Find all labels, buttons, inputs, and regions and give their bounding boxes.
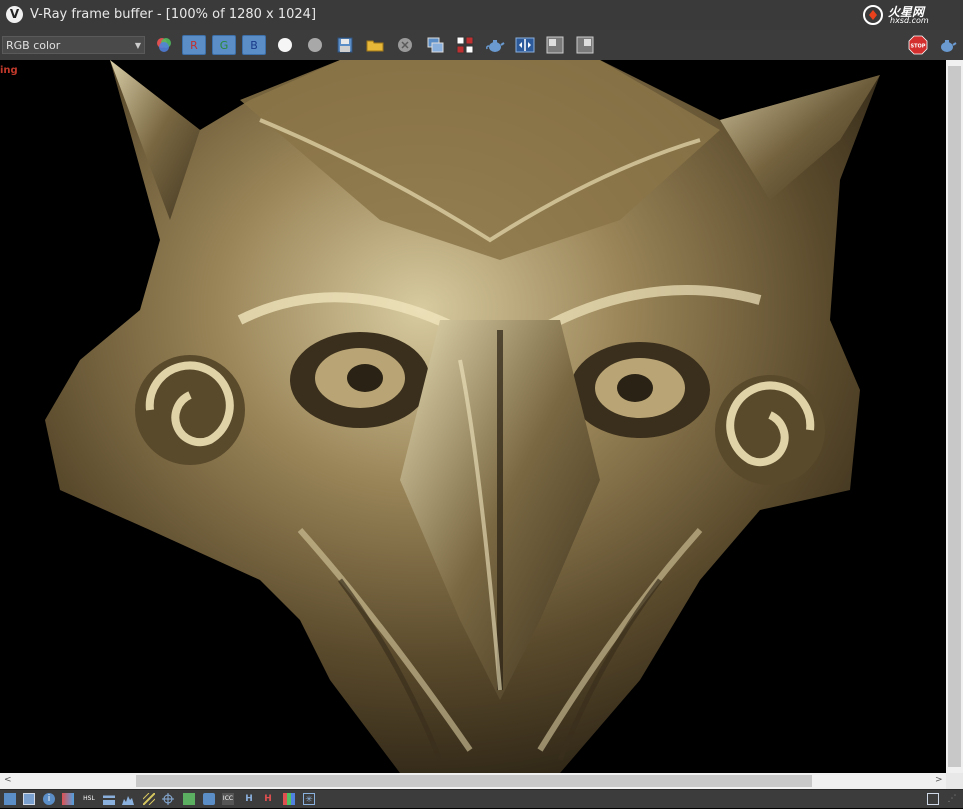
scroll-right-icon[interactable]: > <box>935 775 943 785</box>
icc-icon[interactable]: ICC <box>222 793 234 805</box>
render-teapot-icon <box>941 40 957 52</box>
color-channels-icon <box>157 38 171 52</box>
info-icon[interactable]: i <box>43 793 55 805</box>
resize-grip-icon[interactable]: ⋰ <box>946 793 958 805</box>
panel-toggle-icon[interactable] <box>927 793 939 805</box>
horizontal-scrollbar[interactable]: < > <box>0 773 946 789</box>
compare-icon[interactable]: H <box>262 793 274 805</box>
blue-channel-label: B <box>250 38 258 52</box>
histogram-icon[interactable] <box>122 793 134 805</box>
load-image-button[interactable] <box>363 35 387 55</box>
display-icon[interactable] <box>4 793 16 805</box>
clear-icon <box>398 38 412 52</box>
render-canvas[interactable]: ing <box>0 60 946 773</box>
region-grid-icon <box>456 36 474 54</box>
teapot-icon <box>486 40 505 52</box>
horizontal-scroll-thumb[interactable] <box>136 775 812 787</box>
overlay-icon[interactable] <box>283 793 295 805</box>
h-icon[interactable]: H <box>243 793 255 805</box>
history-b-icon <box>576 36 594 54</box>
render-stamp-text: ing <box>0 65 18 76</box>
title-bar: V V-Ray frame buffer - [100% of 1280 x 1… <box>0 0 963 30</box>
toolbar: RGB color ▼ R G B STOP <box>0 30 963 61</box>
scroll-corner <box>946 773 963 789</box>
ocio-icon[interactable] <box>203 793 215 805</box>
blue-channel-button[interactable]: B <box>242 35 266 55</box>
exposure-icon[interactable] <box>142 792 156 806</box>
vray-logo-icon: V <box>6 6 23 23</box>
red-channel-button[interactable]: R <box>182 35 206 55</box>
compare-ab-button[interactable] <box>513 35 537 55</box>
red-channel-label: R <box>190 38 198 52</box>
channel-select-value: RGB color <box>6 39 61 52</box>
gray-circle-icon <box>308 38 322 52</box>
chevron-down-icon: ▼ <box>134 41 141 50</box>
stop-sign-icon: STOP <box>908 35 928 55</box>
duplicate-to-mtl-button[interactable] <box>423 35 447 55</box>
scroll-left-icon[interactable]: < <box>4 775 12 785</box>
levels-icon[interactable] <box>103 793 115 805</box>
folder-icon <box>366 40 384 52</box>
stop-render-button[interactable]: STOP <box>906 35 930 55</box>
lut-icon[interactable] <box>183 793 195 805</box>
green-channel-label: G <box>219 38 229 52</box>
watermark-text: hxsd.com <box>890 16 929 25</box>
vertical-scroll-thumb[interactable] <box>948 66 961 767</box>
render-last-button[interactable] <box>483 35 507 55</box>
history-a-button[interactable] <box>543 35 567 55</box>
bottom-toolbar: i HSL ICC H H ✳ ⋰ <box>0 789 963 808</box>
stop-sign-text: STOP <box>911 44 926 50</box>
render-image <box>45 60 880 773</box>
duplicate-window-icon <box>427 37 444 53</box>
color-correct-icon[interactable] <box>62 793 74 805</box>
window-title: V-Ray frame buffer - [100% of 1280 x 102… <box>30 7 317 22</box>
white-circle-icon <box>278 38 292 52</box>
render-button[interactable] <box>935 35 959 55</box>
color-channels-button[interactable] <box>152 35 176 55</box>
history-b-button[interactable] <box>573 35 597 55</box>
crosshair-icon[interactable] <box>162 793 174 805</box>
stamp-icon[interactable]: ✳ <box>303 793 315 805</box>
floppy-disk-icon <box>337 37 353 53</box>
monochrome-button[interactable] <box>303 35 327 55</box>
region-render-button[interactable] <box>453 35 477 55</box>
vertical-scrollbar[interactable] <box>946 60 963 773</box>
alpha-channel-button[interactable] <box>273 35 297 55</box>
history-a-icon <box>546 36 564 54</box>
hsl-icon[interactable]: HSL <box>83 793 95 805</box>
compare-ab-icon <box>515 37 535 53</box>
green-channel-button[interactable]: G <box>212 35 236 55</box>
channel-select[interactable]: RGB color ▼ <box>2 36 145 54</box>
clear-image-button[interactable] <box>393 35 417 55</box>
save-image-button[interactable] <box>333 35 357 55</box>
watermark: 火星网 hxsd.com <box>862 4 950 26</box>
frame-icon[interactable] <box>23 793 35 805</box>
